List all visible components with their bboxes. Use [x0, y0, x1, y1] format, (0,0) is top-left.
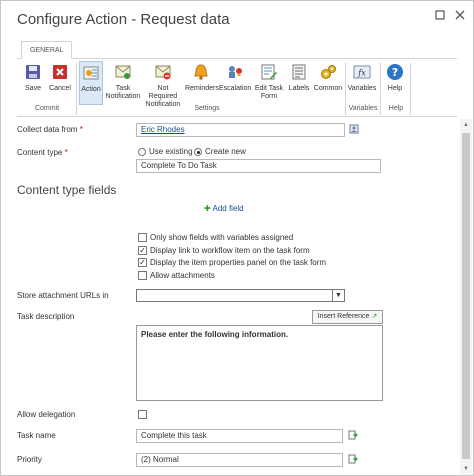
use-existing-label: Use existing: [149, 147, 193, 156]
address-book-icon[interactable]: [349, 124, 359, 134]
help-button[interactable]: ? Help: [383, 61, 407, 105]
insert-reference-icon: ↗: [371, 313, 378, 320]
priority-label: Priority: [17, 455, 42, 464]
group-label-help: Help: [388, 105, 404, 112]
configure-action-dialog: Configure Action - Request data GENERAL …: [0, 0, 474, 476]
allow-attachments-label: Allow attachments: [150, 271, 215, 280]
store-urls-select[interactable]: ▼: [136, 289, 345, 302]
svg-text:?: ?: [392, 66, 398, 79]
group-separator: [76, 63, 77, 115]
chevron-down-icon: ▼: [332, 290, 344, 301]
save-button[interactable]: Save: [21, 61, 45, 105]
create-new-label: Create new: [205, 147, 246, 156]
group-separator: [410, 63, 411, 115]
group-label-settings: Settings: [194, 105, 220, 112]
help-icon: ?: [387, 64, 403, 80]
escalation-button[interactable]: Escalation: [219, 61, 251, 105]
variables-icon: fx: [353, 65, 371, 79]
edit-task-form-button[interactable]: Edit Task Form: [253, 61, 285, 105]
allow-delegation-label: Allow delegation: [17, 410, 76, 419]
scroll-up-icon[interactable]: ▲: [462, 121, 470, 129]
cancel-button[interactable]: Cancel: [47, 61, 73, 105]
content-type-label: Content type *: [17, 148, 68, 157]
collect-data-field[interactable]: Eric Rhodes: [136, 123, 345, 137]
variables-button[interactable]: fx Variables: [347, 61, 377, 105]
create-new-radio[interactable]: [194, 148, 202, 156]
allow-delegation-checkbox[interactable]: [138, 410, 147, 419]
scroll-down-icon[interactable]: ▼: [462, 465, 470, 473]
use-existing-radio[interactable]: [138, 148, 146, 156]
content-type-name-field[interactable]: Complete To Do Task: [136, 159, 381, 173]
task-name-field[interactable]: Complete this task: [136, 429, 343, 443]
task-notification-icon: [115, 65, 131, 79]
svg-text:fx: fx: [357, 69, 366, 78]
edit-form-icon: [261, 64, 277, 80]
cancel-icon: [53, 65, 67, 79]
display-properties-checkbox[interactable]: ✓: [138, 258, 147, 267]
tab-general[interactable]: GENERAL: [21, 41, 73, 59]
display-link-checkbox[interactable]: ✓: [138, 246, 147, 255]
collect-data-label: Collect data from *: [17, 125, 83, 134]
ribbon: Save Cancel Action Task Notification Not…: [17, 59, 457, 117]
content-type-fields-heading: Content type fields: [17, 183, 117, 197]
task-name-label: Task name: [17, 431, 56, 440]
escalation-icon: [229, 66, 242, 78]
title-bar: Configure Action - Request data: [1, 1, 473, 35]
ribbon-tab-row: GENERAL: [17, 41, 457, 59]
labels-button[interactable]: Labels: [287, 61, 311, 105]
only-show-fields-label: Only show fields with variables assigned: [150, 233, 294, 242]
only-show-fields-checkbox[interactable]: [138, 233, 147, 242]
group-separator: [380, 63, 381, 115]
dialog-title: Configure Action - Request data: [17, 11, 230, 28]
not-required-notification-button[interactable]: Not Required Notification: [143, 61, 183, 108]
store-urls-label: Store attachment URLs in: [17, 291, 109, 300]
add-field-link[interactable]: ✚ Add field: [204, 204, 244, 213]
insert-reference-icon[interactable]: [348, 454, 358, 464]
display-link-label: Display link to workflow item on the tas…: [150, 246, 310, 255]
maximize-icon[interactable]: [433, 9, 447, 23]
group-label-variables: Variables: [348, 105, 378, 112]
labels-icon: [292, 64, 306, 80]
task-description-label: Task description: [17, 312, 75, 321]
common-button[interactable]: Common: [313, 61, 343, 105]
task-notification-button[interactable]: Task Notification: [105, 61, 141, 105]
action-icon: [83, 66, 99, 80]
action-button[interactable]: Action: [79, 61, 103, 105]
task-description-textarea[interactable]: Please enter the following information.: [136, 325, 383, 401]
gears-icon: [321, 65, 336, 79]
not-required-notification-icon: [155, 65, 171, 80]
priority-field[interactable]: (2) Normal: [136, 453, 343, 467]
scroll-thumb[interactable]: [462, 133, 470, 459]
display-properties-label: Display the item properties panel on the…: [150, 258, 327, 267]
close-icon[interactable]: [453, 9, 467, 23]
save-icon: [26, 65, 40, 79]
insert-reference-icon[interactable]: [348, 430, 358, 440]
group-label-commit: Commit: [34, 105, 60, 112]
bell-icon: [194, 64, 208, 80]
insert-reference-button[interactable]: Insert Reference ↗: [312, 310, 383, 324]
reminders-button[interactable]: Reminders: [185, 61, 219, 105]
plus-icon: ✚: [204, 204, 211, 213]
group-separator: [345, 63, 346, 115]
allow-attachments-checkbox[interactable]: [138, 271, 147, 280]
form-scrollbar[interactable]: ▲ ▼: [460, 119, 472, 475]
